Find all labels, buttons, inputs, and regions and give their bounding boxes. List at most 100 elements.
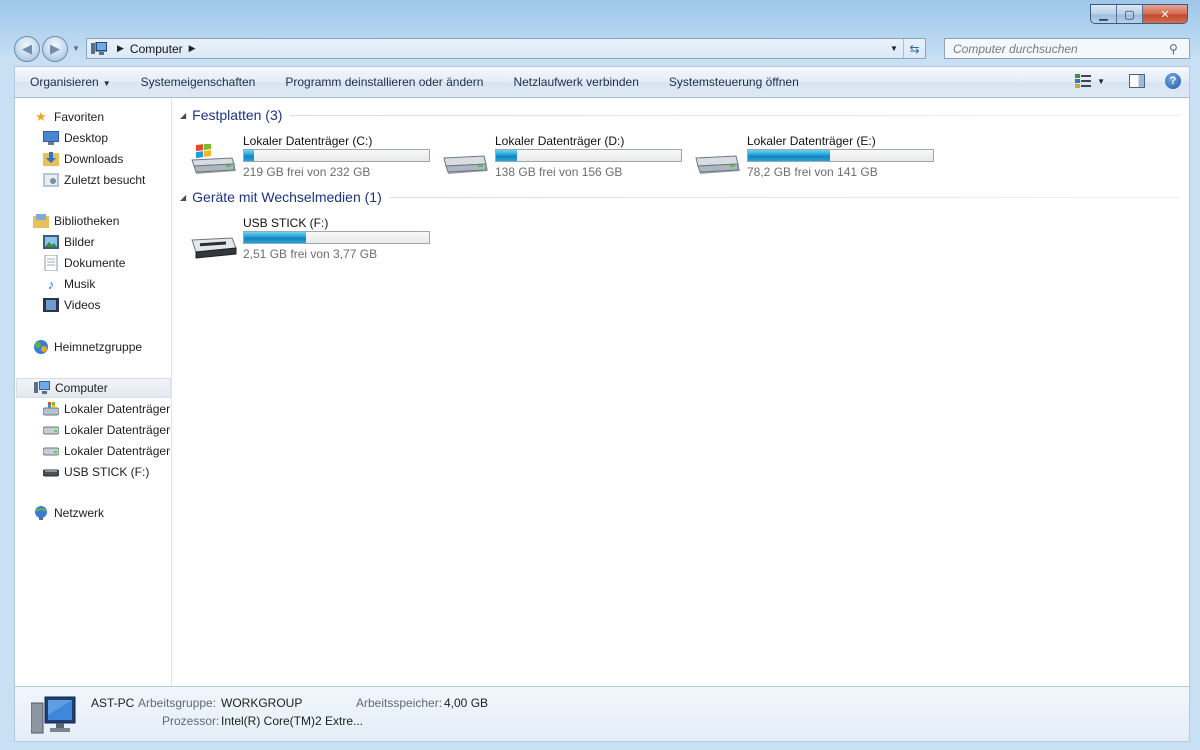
sidebar-item-pictures[interactable]: Bilder bbox=[43, 232, 95, 252]
sidebar-item-label: Lokaler Datenträger bbox=[64, 444, 171, 458]
arrow-left-icon: ◀ bbox=[22, 41, 32, 56]
sidebar-item-label: Desktop bbox=[64, 131, 109, 145]
network-icon bbox=[33, 505, 49, 521]
sidebar-item-label: Bilder bbox=[64, 235, 95, 249]
sidebar-item-homegroup[interactable]: Heimnetzgruppe bbox=[33, 337, 142, 357]
drive-name: Lokaler Datenträger (E:) bbox=[747, 134, 876, 148]
processor-label: Prozessor: bbox=[162, 714, 220, 728]
sidebar-item-drive-e[interactable]: Lokaler Datenträger bbox=[43, 441, 170, 461]
search-input[interactable] bbox=[945, 39, 1169, 58]
view-options-dropdown[interactable]: ▼ bbox=[1097, 77, 1105, 86]
computer-icon bbox=[34, 380, 50, 396]
memory-label: Arbeitsspeicher: bbox=[356, 696, 443, 710]
minimize-button[interactable]: ▁ bbox=[1091, 5, 1117, 23]
drive-usage-fill bbox=[244, 150, 255, 161]
refresh-icon[interactable]: ⇆ bbox=[903, 39, 925, 58]
recent-pages-dropdown[interactable]: ▼ bbox=[72, 44, 80, 62]
sidebar-item-usb[interactable]: USB STICK (F:) bbox=[43, 462, 149, 482]
sidebar-item-network[interactable]: Netzwerk bbox=[33, 503, 104, 523]
sidebar-item-recent[interactable]: Zuletzt besucht bbox=[43, 170, 145, 190]
group-divider bbox=[290, 114, 1180, 116]
search-box[interactable]: ⚲ bbox=[944, 38, 1190, 59]
workgroup-label: Arbeitsgruppe: bbox=[138, 696, 217, 710]
maximize-button[interactable]: ▢ bbox=[1117, 5, 1143, 23]
desktop-icon bbox=[43, 130, 59, 146]
sidebar-item-documents[interactable]: Dokumente bbox=[43, 253, 125, 273]
help-icon[interactable]: ? bbox=[1165, 73, 1181, 89]
address-history-dropdown[interactable]: ▼ bbox=[885, 39, 903, 58]
drive-usage-bar bbox=[747, 149, 934, 162]
search-icon[interactable]: ⚲ bbox=[1169, 42, 1189, 56]
close-button[interactable]: ✕ bbox=[1143, 5, 1187, 23]
address-bar[interactable]: ▶ Computer ▶ ▼ ⇆ bbox=[86, 38, 926, 59]
drive-usage-bar bbox=[243, 231, 430, 244]
drive-usage-fill bbox=[244, 232, 306, 243]
hard-drive-icon bbox=[695, 155, 740, 174]
system-properties-button[interactable]: Systemeigenschaften bbox=[126, 75, 271, 89]
sidebar-item-music[interactable]: ♪ Musik bbox=[43, 274, 96, 294]
computer-icon bbox=[31, 696, 76, 734]
sidebar-item-drive-c[interactable]: Lokaler Datenträger bbox=[43, 399, 170, 419]
sidebar-item-label: Netzwerk bbox=[54, 506, 105, 520]
breadcrumb-separator-icon[interactable]: ▶ bbox=[117, 43, 124, 54]
breadcrumb-computer[interactable]: Computer bbox=[130, 42, 183, 56]
sidebar-item-label: Bibliotheken bbox=[54, 214, 120, 228]
drive-name: Lokaler Datenträger (C:) bbox=[243, 134, 373, 148]
music-icon: ♪ bbox=[47, 276, 55, 292]
sidebar-item-favorites[interactable]: ★ Favoriten bbox=[33, 107, 104, 127]
main-panes: ★ Favoriten Desktop Downloads Zuletzt be… bbox=[14, 98, 1190, 686]
uninstall-program-button[interactable]: Programm deinstallieren oder ändern bbox=[270, 75, 498, 89]
arrow-right-icon: ▶ bbox=[50, 41, 60, 56]
open-control-panel-button[interactable]: Systemsteuerung öffnen bbox=[654, 75, 814, 89]
drive-usage-bar bbox=[495, 149, 682, 162]
drive-name: Lokaler Datenträger (D:) bbox=[495, 134, 625, 148]
back-forward-buttons: ◀ ▶ ▼ bbox=[14, 36, 80, 62]
sidebar-item-label: Musik bbox=[64, 277, 96, 291]
sidebar-item-downloads[interactable]: Downloads bbox=[43, 149, 123, 169]
recent-places-icon bbox=[43, 172, 59, 188]
hard-drive-icon bbox=[443, 155, 488, 174]
sidebar-item-label: Favoriten bbox=[54, 110, 105, 124]
memory-value: 4,00 GB bbox=[444, 696, 489, 710]
map-network-drive-button[interactable]: Netzlaufwerk verbinden bbox=[498, 75, 653, 89]
sidebar-item-label: USB STICK (F:) bbox=[64, 465, 150, 479]
sidebar-item-label: Downloads bbox=[64, 152, 124, 166]
sidebar-item-libraries[interactable]: Bibliotheken bbox=[33, 211, 119, 231]
sidebar-item-label: Dokumente bbox=[64, 256, 126, 270]
drive-tile-usb[interactable]: USB STICK (F:) 2,51 GB frei von 3,77 GB bbox=[190, 216, 440, 262]
drive-free-space: 138 GB frei von 156 GB bbox=[495, 165, 623, 179]
sidebar-item-label: Lokaler Datenträger bbox=[64, 402, 171, 416]
sidebar-item-label: Videos bbox=[64, 298, 101, 312]
organize-menu[interactable]: Organisieren ▼ bbox=[15, 75, 126, 89]
drive-usage-fill bbox=[496, 150, 518, 161]
drive-tile-e[interactable]: Lokaler Datenträger (E:) 78,2 GB frei vo… bbox=[694, 134, 944, 180]
sidebar-item-desktop[interactable]: Desktop bbox=[43, 128, 108, 148]
change-view-icon[interactable] bbox=[1075, 74, 1092, 88]
drive-tile-d[interactable]: Lokaler Datenträger (D:) 138 GB frei von… bbox=[442, 134, 692, 180]
navigation-pane: ★ Favoriten Desktop Downloads Zuletzt be… bbox=[15, 98, 172, 686]
group-title: Geräte mit Wechselmedien (1) bbox=[192, 189, 382, 205]
address-actions: ▼ ⇆ bbox=[885, 39, 925, 58]
drive-name: USB STICK (F:) bbox=[243, 216, 329, 230]
homegroup-icon bbox=[33, 339, 49, 355]
back-button[interactable]: ◀ bbox=[14, 36, 40, 62]
drive-free-space: 78,2 GB frei von 141 GB bbox=[747, 165, 878, 179]
collapse-triangle-icon[interactable]: ◢ bbox=[180, 111, 186, 120]
drive-free-space: 219 GB frei von 232 GB bbox=[243, 165, 371, 179]
sidebar-item-label: Heimnetzgruppe bbox=[54, 340, 143, 354]
drive-usage-bar bbox=[243, 149, 430, 162]
pc-name: AST-PC bbox=[91, 696, 135, 710]
drive-tile-c[interactable]: Lokaler Datenträger (C:) 219 GB frei von… bbox=[190, 134, 440, 180]
sidebar-item-videos[interactable]: Videos bbox=[43, 295, 100, 315]
sidebar-item-computer[interactable]: Computer bbox=[16, 378, 171, 398]
preview-pane-icon[interactable] bbox=[1129, 74, 1145, 88]
group-header-hard-disks[interactable]: ◢ Festplatten (3) bbox=[180, 107, 1180, 123]
breadcrumb-separator-icon[interactable]: ▶ bbox=[189, 43, 196, 54]
group-header-removable[interactable]: ◢ Geräte mit Wechselmedien (1) bbox=[180, 189, 1180, 205]
star-icon: ★ bbox=[35, 109, 47, 124]
sidebar-item-drive-d[interactable]: Lokaler Datenträger bbox=[43, 420, 170, 440]
documents-icon bbox=[43, 255, 59, 271]
collapse-triangle-icon[interactable]: ◢ bbox=[180, 193, 186, 202]
forward-button[interactable]: ▶ bbox=[42, 36, 68, 62]
group-divider bbox=[389, 196, 1180, 198]
